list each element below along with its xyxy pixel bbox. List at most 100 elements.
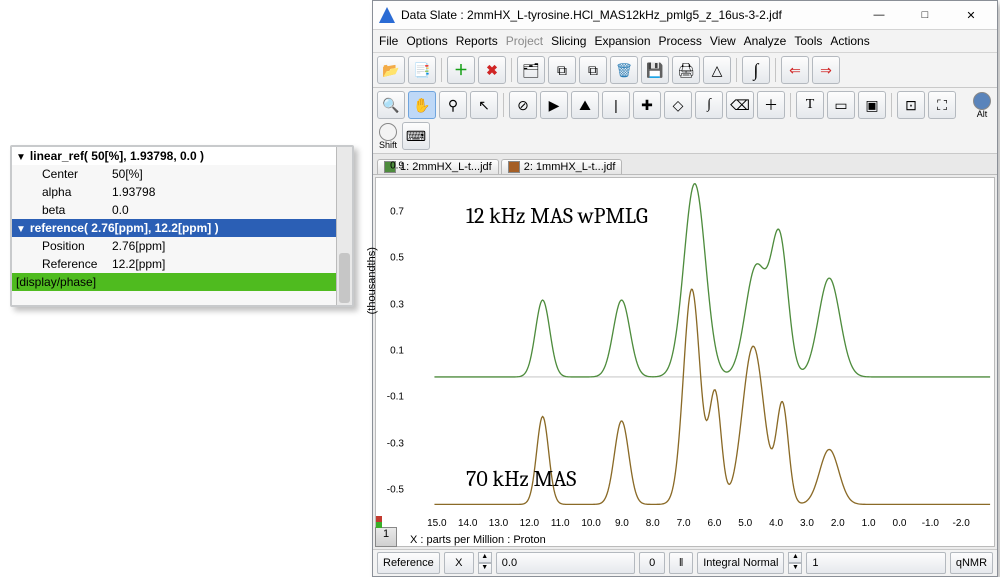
toolbar-row-1: 📂 📑 ＋ ✖ 🗂 ⧉ ⧉ 🗑 💾 🖨 △ ∫ ⇐ ⇒ <box>373 53 997 88</box>
app-logo-icon <box>379 7 395 23</box>
page-indicator[interactable]: 1 <box>375 527 397 547</box>
erase-icon[interactable]: ⌫ <box>726 91 754 119</box>
x-tick: 12.0 <box>520 518 539 529</box>
tab-2[interactable]: 2: 1mmHX_L-t...jdf <box>501 159 623 174</box>
keyboard-icon[interactable]: ⌨ <box>402 122 430 150</box>
disable-icon[interactable]: ⊘ <box>509 91 537 119</box>
integral-icon[interactable]: ∫ <box>742 56 770 84</box>
menu-actions[interactable]: Actions <box>830 34 869 48</box>
value-field-1[interactable]: 0.0 <box>496 552 635 574</box>
vline-icon[interactable]: | <box>602 91 630 119</box>
plus2-icon[interactable]: ＋ <box>757 91 785 119</box>
pointer-icon[interactable]: ↖ <box>470 91 498 119</box>
delete-icon[interactable]: ✖ <box>478 56 506 84</box>
y-axis-label: (thousandths) <box>366 247 378 314</box>
open-icon[interactable]: 📂 <box>377 56 405 84</box>
x-tick: 5.0 <box>738 518 752 529</box>
zero-button[interactable]: 0 <box>639 552 665 574</box>
minimize-button[interactable]: — <box>859 1 899 29</box>
copy-icon[interactable]: ⧉ <box>548 56 576 84</box>
tri-icon[interactable]: △ <box>703 56 731 84</box>
maximize-button[interactable]: □ <box>905 1 945 29</box>
menu-project: Project <box>506 34 543 48</box>
y-tick: 0.1 <box>390 345 404 356</box>
pan-hand-icon[interactable]: ✋ <box>408 91 436 119</box>
annotation-top: 12 kHz MAS wPMLG <box>466 203 648 229</box>
qnmr-button[interactable]: qNMR <box>950 552 993 574</box>
menu-reports[interactable]: Reports <box>456 34 498 48</box>
x-axis-label: X : parts per Million : Proton <box>406 534 992 546</box>
bottom-bar: Reference X ▲▼ 0.0 0 ‖ Integral Normal ▲… <box>373 549 997 576</box>
forward-icon[interactable]: ⇒ <box>812 56 840 84</box>
zoom-icon[interactable]: 🔍 <box>377 91 405 119</box>
prop-reference[interactable]: Reference12.2[ppm] <box>12 255 352 273</box>
dot-icon[interactable]: ⊡ <box>897 91 925 119</box>
print-icon[interactable]: 🖨 <box>672 56 700 84</box>
value-field-2[interactable]: 1 <box>806 552 945 574</box>
menu-expansion[interactable]: Expansion <box>594 34 650 48</box>
peakpick-icon[interactable]: ⛰ <box>571 91 599 119</box>
group-reference[interactable]: reference( 2.76[ppm], 12.2[ppm] ) <box>12 219 352 237</box>
x-tick: 1.0 <box>862 518 876 529</box>
x-tick: 13.0 <box>489 518 508 529</box>
menu-file[interactable]: File <box>379 34 398 48</box>
x-stepper[interactable]: ▲▼ <box>478 552 492 574</box>
menu-view[interactable]: View <box>710 34 736 48</box>
x-tick: 0.0 <box>893 518 907 529</box>
ruler-icon[interactable]: ‖ <box>669 552 693 574</box>
menu-slicing[interactable]: Slicing <box>551 34 586 48</box>
integral-stepper[interactable]: ▲▼ <box>788 552 802 574</box>
ref-label: Reference <box>377 552 440 574</box>
x-tick: 6.0 <box>707 518 721 529</box>
y-tick: 0.3 <box>390 299 404 310</box>
properties-scrollbar[interactable] <box>336 147 352 305</box>
menu-analyze[interactable]: Analyze <box>744 34 787 48</box>
diamond-icon[interactable]: ◇ <box>664 91 692 119</box>
trash-icon[interactable]: 🗑 <box>610 56 638 84</box>
document-tabs: 1: 2mmHX_L-t...jdf 2: 1mmHX_L-t...jdf <box>373 154 997 175</box>
folders-icon[interactable]: 🗂 <box>517 56 545 84</box>
copy2-icon[interactable]: ⧉ <box>579 56 607 84</box>
close-button[interactable]: ✕ <box>951 1 991 29</box>
x-tick: 14.0 <box>458 518 477 529</box>
menu-tools[interactable]: Tools <box>794 34 822 48</box>
prop-beta[interactable]: beta0.0 <box>12 201 352 219</box>
x-tick: -1.0 <box>922 518 939 529</box>
toolbar-row-2: 🔍 ✋ ⚲ ↖ ⊘ ▶ ⛰ | ✚ ◇ ∫ ⌫ ＋ T ▭ ▣ ⊡ ⛶ Alt … <box>373 88 997 154</box>
expand-icon[interactable]: ⛶ <box>928 91 956 119</box>
tab-2-swatch-icon <box>508 161 520 173</box>
prop-position[interactable]: Position2.76[ppm] <box>12 237 352 255</box>
y-tick: -0.5 <box>387 485 404 496</box>
y-tick: 0.9 <box>390 160 404 171</box>
select-solid-icon[interactable]: ▣ <box>858 91 886 119</box>
group-display-phase[interactable]: [display/phase] <box>12 273 352 291</box>
prop-center[interactable]: Center50[%] <box>12 165 352 183</box>
x-tick: 4.0 <box>769 518 783 529</box>
menubar: File Options Reports Project Slicing Exp… <box>373 30 997 53</box>
open-recent-icon[interactable]: 📑 <box>408 56 436 84</box>
text-icon[interactable]: T <box>796 91 824 119</box>
annotation-bottom: 70 kHz MAS <box>466 466 576 492</box>
back-icon[interactable]: ⇐ <box>781 56 809 84</box>
add-icon[interactable]: ＋ <box>447 56 475 84</box>
x-field[interactable]: X <box>444 552 474 574</box>
menu-options[interactable]: Options <box>406 34 447 48</box>
peak-icon[interactable]: ⚲ <box>439 91 467 119</box>
shift-indicator: Shift <box>377 123 399 150</box>
integral2-icon[interactable]: ∫ <box>695 91 723 119</box>
x-tick: 3.0 <box>800 518 814 529</box>
select-dashed-icon[interactable]: ▭ <box>827 91 855 119</box>
y-tick: -0.3 <box>387 438 404 449</box>
y-tick: 0.5 <box>390 253 404 264</box>
x-tick: 10.0 <box>581 518 600 529</box>
x-tick: 15.0 <box>427 518 446 529</box>
prop-alpha[interactable]: alpha1.93798 <box>12 183 352 201</box>
group-linear-ref[interactable]: linear_ref( 50[%], 1.93798, 0.0 ) <box>12 147 352 165</box>
play-icon[interactable]: ▶ <box>540 91 568 119</box>
save-icon[interactable]: 💾 <box>641 56 669 84</box>
crosshair-icon[interactable]: ✚ <box>633 91 661 119</box>
integral-mode-select[interactable]: Integral Normal <box>697 552 784 574</box>
titlebar[interactable]: Data Slate : 2mmHX_L-tyrosine.HCl_MAS12k… <box>373 1 997 30</box>
menu-process[interactable]: Process <box>659 34 702 48</box>
plot-area[interactable]: (thousandths) 0.90.70.50.30.1-0.1-0.3-0.… <box>375 177 995 547</box>
